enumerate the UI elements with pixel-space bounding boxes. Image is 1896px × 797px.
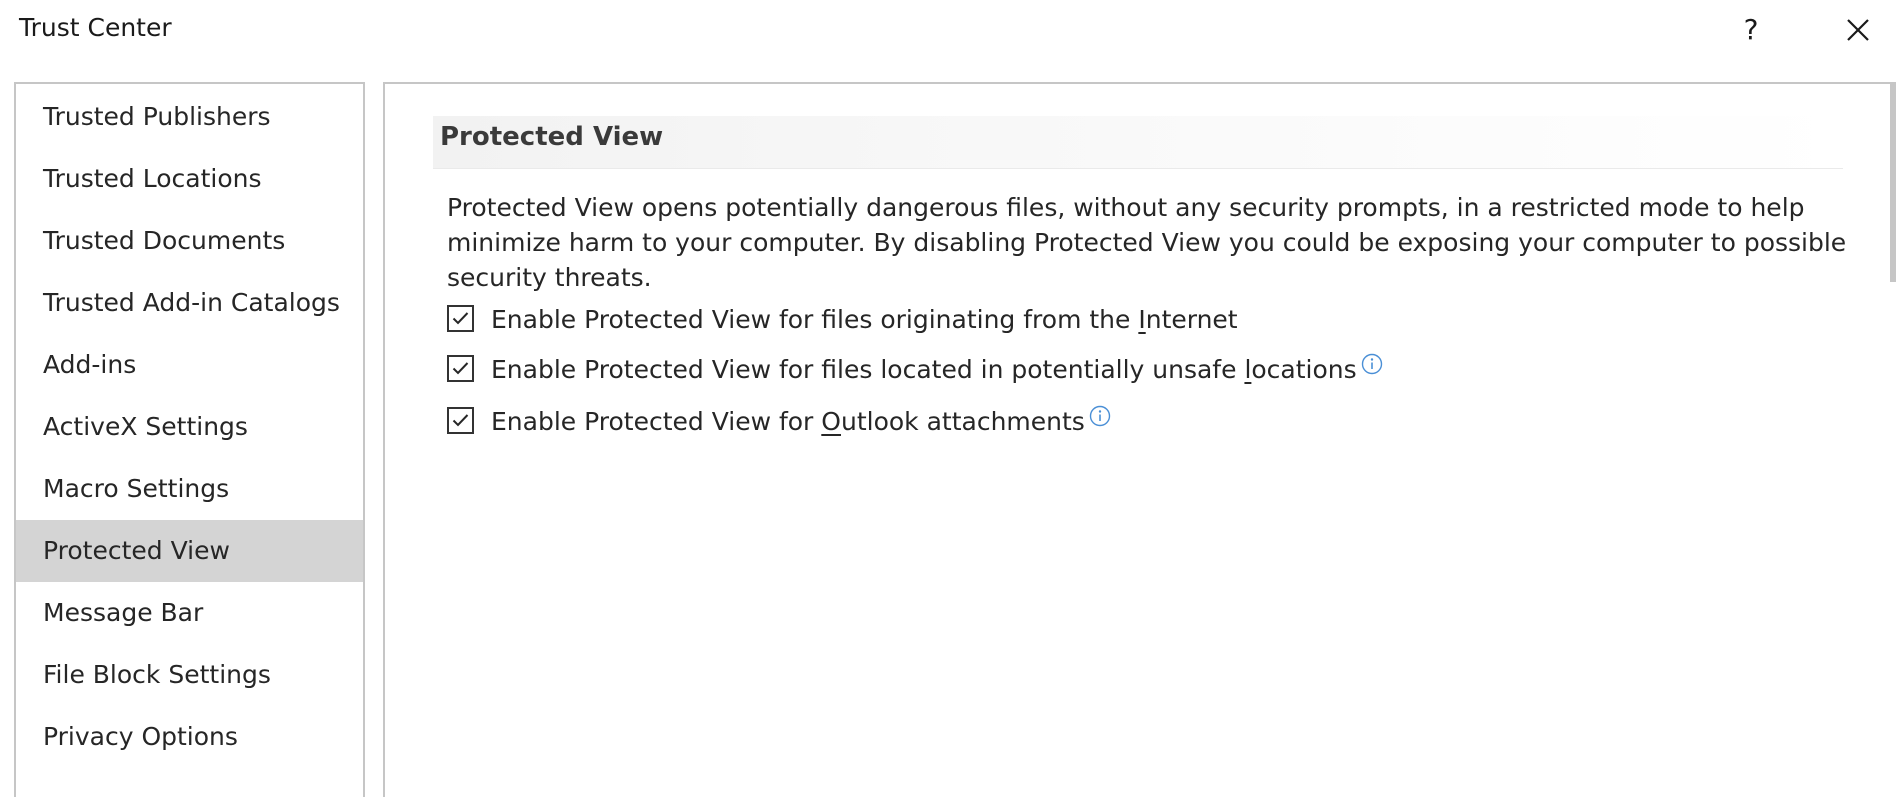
category-sidebar: Trusted Publishers Trusted Locations Tru… [14,82,365,797]
title-bar: Trust Center ? [0,0,1896,62]
option-label: Enable Protected View for Outlook attach… [491,404,1111,440]
section-title: Protected View [440,122,664,152]
sidebar-item-macro-settings[interactable]: Macro Settings [16,458,363,520]
help-button[interactable]: ? [1734,10,1768,50]
option-label: Enable Protected View for files originat… [491,305,1238,334]
section-header: Protected View [433,116,1843,169]
checkmark-icon [452,362,469,375]
section-description: Protected View opens potentially dangero… [447,193,1847,292]
sidebar-item-trusted-locations[interactable]: Trusted Locations [16,148,363,210]
checkmark-icon [452,414,469,427]
checkbox-outlook-attachments[interactable] [447,407,474,434]
sidebar-item-protected-view[interactable]: Protected View [16,520,363,582]
checkbox-internet-files[interactable] [447,305,474,332]
sidebar-item-trusted-add-in-catalogs[interactable]: Trusted Add-in Catalogs [16,272,363,334]
trust-center-dialog: Trust Center ? Trusted Publishers Truste… [0,0,1896,797]
close-icon [1840,12,1876,48]
sidebar-item-activex-settings[interactable]: ActiveX Settings [16,396,363,458]
sidebar-item-trusted-publishers[interactable]: Trusted Publishers [16,86,363,148]
checkbox-unsafe-locations[interactable] [447,355,474,382]
sidebar-item-file-block-settings[interactable]: File Block Settings [16,644,363,706]
info-icon[interactable] [1361,353,1383,375]
sidebar-item-trusted-documents[interactable]: Trusted Documents [16,210,363,272]
settings-content-panel: Protected View Protected View opens pote… [383,82,1896,797]
sidebar-item-message-bar[interactable]: Message Bar [16,582,363,644]
sidebar-item-privacy-options[interactable]: Privacy Options [16,706,363,768]
sidebar-item-add-ins[interactable]: Add-ins [16,334,363,396]
info-icon[interactable] [1089,405,1111,427]
close-button[interactable] [1840,12,1876,48]
scrollbar[interactable] [1890,82,1896,282]
option-label: Enable Protected View for files located … [491,352,1383,388]
checkmark-icon [452,312,469,325]
dialog-title: Trust Center [19,13,172,42]
